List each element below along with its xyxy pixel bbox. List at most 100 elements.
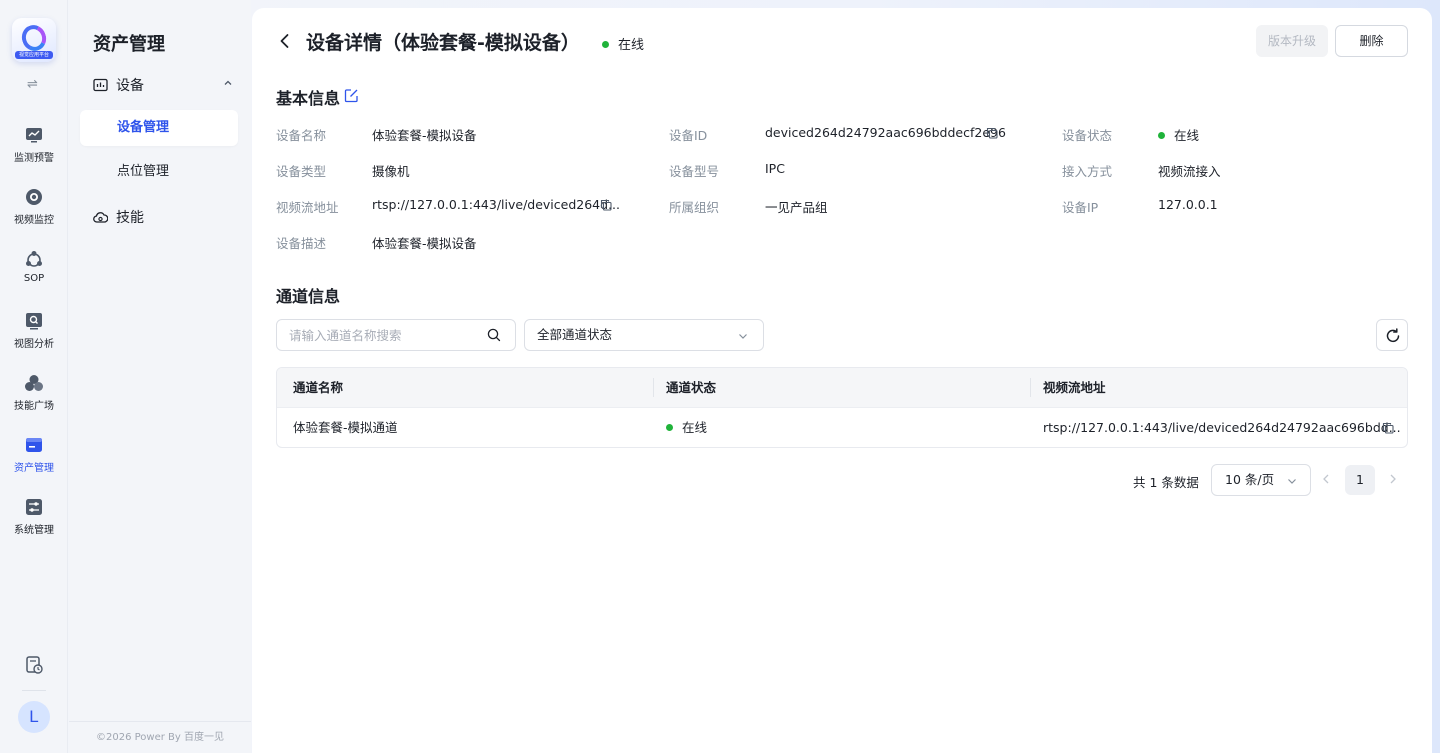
select-value: 全部通道状态 <box>537 327 613 342</box>
edit-icon[interactable] <box>344 88 359 103</box>
page-title: 设备详情（体验套餐-模拟设备） <box>306 32 580 54</box>
field-value-device-name: 体验套餐-模拟设备 <box>372 128 477 143</box>
page-number-current[interactable]: 1 <box>1345 465 1375 495</box>
pagination-total: 共 1 条数据 <box>1133 475 1199 490</box>
chevron-down-icon <box>739 334 747 339</box>
online-dot-icon <box>666 423 673 431</box>
column-header-stream: 视频流地址 <box>1043 380 1106 395</box>
field-label: 设备名称 <box>276 128 327 143</box>
field-value-description: 体验套餐-模拟设备 <box>372 236 477 251</box>
rail-item-system[interactable]: 系统管理 <box>0 498 68 536</box>
main-panel: 设备详情（体验套餐-模拟设备） 在线 版本升级 删除 基本信息 设备名称 体验套… <box>252 8 1432 753</box>
column-divider <box>653 378 654 397</box>
cell-channel-name: 体验套餐-模拟通道 <box>293 420 398 435</box>
page-size-value: 10 条/页 <box>1225 472 1275 487</box>
table-header: 通道名称 通道状态 视频流地址 <box>277 368 1407 407</box>
menu-group-label: 技能 <box>116 210 144 226</box>
field-value-device-type: 摄像机 <box>372 164 410 179</box>
field-label: 设备型号 <box>669 164 720 179</box>
submenu-title: 资产管理 <box>93 34 165 55</box>
menu-group-label: 设备 <box>116 78 144 94</box>
submenu-item-point-management[interactable]: 点位管理 <box>80 154 238 190</box>
field-label: 设备IP <box>1062 200 1099 215</box>
channel-table: 通道名称 通道状态 视频流地址 体验套餐-模拟通道 在线 rtsp://127.… <box>276 367 1408 448</box>
menu-group-device[interactable]: 设备 <box>93 74 239 96</box>
camera-lens-icon <box>26 189 42 205</box>
monitor-chart-icon <box>26 128 42 143</box>
online-dot-icon <box>602 40 609 48</box>
chevron-up-icon[interactable] <box>223 78 233 88</box>
app-logo[interactable]: 视觉应用平台 <box>12 18 56 62</box>
field-label: 设备状态 <box>1062 128 1113 143</box>
basic-info-title: 基本信息 <box>276 89 341 108</box>
rail-item-assets[interactable]: 资产管理 <box>0 436 68 474</box>
field-value-access-method: 视频流接入 <box>1158 164 1221 179</box>
submenu-item-device-management[interactable]: 设备管理 <box>80 110 238 146</box>
column-header-name: 通道名称 <box>293 380 344 395</box>
field-value-device-status: 在线 <box>1158 125 1199 144</box>
collapse-toggle-icon[interactable]: ⇌ <box>27 77 38 92</box>
rail-item-view-analysis[interactable]: 视图分析 <box>0 312 68 350</box>
rail-label: 系统管理 <box>14 525 54 536</box>
asset-management-icon <box>26 438 42 452</box>
prev-page-icon[interactable] <box>1320 472 1332 486</box>
rail-label: 视图分析 <box>14 339 54 350</box>
field-label: 接入方式 <box>1062 164 1113 179</box>
cell-stream-url: rtsp://127.0.0.1:443/live/deviced264d247… <box>1043 420 1401 435</box>
task-clock-icon[interactable] <box>24 655 44 675</box>
rail-item-monitoring[interactable]: 监测预警 <box>0 126 68 164</box>
rail-label: 视频监控 <box>14 215 54 226</box>
copy-device-id-icon[interactable] <box>986 127 998 139</box>
copy-channel-stream-icon[interactable] <box>1382 422 1394 434</box>
search-icon[interactable] <box>487 328 501 342</box>
version-upgrade-button[interactable]: 版本升级 <box>1256 25 1328 57</box>
next-page-icon[interactable] <box>1387 472 1399 486</box>
field-value-stream-url: rtsp://127.0.0.1:443/live/deviced264d... <box>372 197 620 212</box>
back-arrow-icon[interactable] <box>276 32 294 50</box>
field-label: 设备ID <box>669 128 708 143</box>
refresh-button[interactable] <box>1376 319 1408 351</box>
icon-rail: 视觉应用平台 ⇌ 监测预警 视频监控 SOP 视图分析 技能广场 资产管理 系统… <box>0 0 68 753</box>
cell-channel-status: 在线 <box>666 408 708 447</box>
field-value-organization: 一见产品组 <box>765 200 828 215</box>
online-dot-icon <box>1158 131 1165 139</box>
secondary-menu: 资产管理 设备 设备管理 点位管理 技能 ©2026 Power By 百度一见 <box>69 0 251 753</box>
channel-search-box <box>276 319 516 351</box>
field-label: 所属组织 <box>669 200 720 215</box>
column-divider <box>1030 378 1031 397</box>
rail-item-skills[interactable]: 技能广场 <box>0 374 68 412</box>
device-icon <box>93 78 108 91</box>
copy-stream-url-icon[interactable] <box>600 199 612 211</box>
logo-ring-icon <box>18 21 50 55</box>
field-value-device-model: IPC <box>765 161 785 176</box>
status-text: 在线 <box>682 420 708 435</box>
field-label: 视频流地址 <box>276 200 339 215</box>
table-row[interactable]: 体验套餐-模拟通道 在线 rtsp://127.0.0.1:443/live/d… <box>277 407 1407 447</box>
skill-cloud-icon <box>93 211 108 223</box>
delete-button[interactable]: 删除 <box>1335 25 1408 57</box>
rail-item-video[interactable]: 视频监控 <box>0 188 68 226</box>
field-value-device-id: deviced264d24792aac696bddecf2e96 <box>765 125 1006 140</box>
field-label: 设备类型 <box>276 164 327 179</box>
column-header-status: 通道状态 <box>666 380 717 395</box>
sop-flow-icon <box>26 251 42 267</box>
menu-group-skill[interactable]: 技能 <box>93 206 239 228</box>
channel-search-input[interactable] <box>277 320 467 350</box>
rail-label: 监测预警 <box>14 153 54 164</box>
field-label: 设备描述 <box>276 236 327 251</box>
rail-item-sop[interactable]: SOP <box>0 250 68 284</box>
status-text: 在线 <box>618 38 645 53</box>
rail-label: 资产管理 <box>14 463 54 474</box>
page-size-select[interactable]: 10 条/页 <box>1211 464 1311 496</box>
device-status-badge: 在线 <box>602 34 644 53</box>
avatar[interactable]: L <box>18 701 50 733</box>
rail-label: SOP <box>23 273 45 284</box>
system-settings-icon <box>26 499 42 515</box>
skill-square-icon <box>25 375 43 391</box>
field-value-device-ip: 127.0.0.1 <box>1158 197 1218 212</box>
channel-info-title: 通道信息 <box>276 287 341 306</box>
rail-label: 技能广场 <box>14 401 54 412</box>
refresh-icon <box>1386 328 1400 343</box>
rail-divider <box>22 690 46 691</box>
channel-status-select[interactable]: 全部通道状态 <box>524 319 764 351</box>
